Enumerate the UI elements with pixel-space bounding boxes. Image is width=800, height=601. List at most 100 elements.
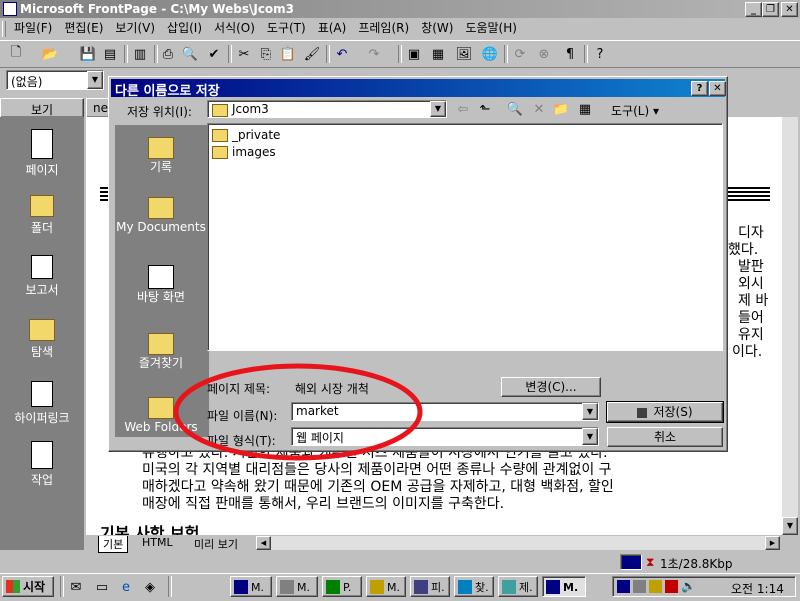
preview-icon[interactable]: 🔍 — [180, 44, 200, 64]
status-bar: ⧗ 1초/28.8Kbp — [0, 552, 800, 572]
paste-icon[interactable]: 📋 — [278, 44, 298, 64]
view-page[interactable]: 페이지 — [0, 129, 84, 178]
tray-icon[interactable] — [665, 580, 678, 593]
back-icon[interactable]: ⇦ — [453, 99, 473, 119]
chevron-down-icon[interactable]: ▼ — [582, 403, 598, 420]
place-history[interactable]: 기록 — [115, 137, 207, 174]
taskbar-task[interactable]: 찾. — [454, 576, 494, 597]
list-item[interactable]: images — [212, 145, 276, 159]
copy-icon[interactable]: ⎘ — [256, 44, 276, 64]
chevron-down-icon[interactable]: ▼ — [87, 71, 103, 89]
windows-logo-icon — [6, 580, 20, 593]
undo-icon[interactable]: ↶ — [332, 44, 352, 64]
stop-icon[interactable]: ⊗ — [534, 44, 554, 64]
view-hyperlinks[interactable]: 하이퍼링크 — [0, 381, 84, 426]
menu-window[interactable]: 창(W) — [415, 19, 459, 37]
new-page-icon[interactable]: 🗋 — [6, 44, 26, 64]
insert-picture-icon[interactable]: 🖼 — [454, 44, 474, 64]
cut-icon[interactable]: ✂ — [234, 44, 254, 64]
vertical-scrollbar[interactable]: ▼ — [782, 117, 798, 535]
list-item[interactable]: _private — [212, 128, 280, 142]
insert-table-icon[interactable]: ▦ — [428, 44, 448, 64]
save-icon[interactable]: 💾 — [78, 44, 98, 64]
spelling-icon[interactable]: ✔ — [204, 44, 224, 64]
scroll-right-button[interactable]: ▶ — [765, 536, 780, 550]
quicklaunch-desktop-icon[interactable]: ▭ — [92, 577, 112, 597]
close-button[interactable]: ✕ — [781, 2, 798, 17]
quicklaunch-outlook-icon[interactable]: ✉ — [66, 577, 86, 597]
taskbar-task[interactable]: P. — [322, 576, 362, 597]
taskbar-task-active[interactable]: M. — [542, 576, 586, 597]
taskbar-task[interactable]: 제. — [498, 576, 538, 597]
tab-html[interactable]: HTML — [138, 536, 177, 549]
taskbar-task[interactable]: M. — [366, 576, 406, 597]
menu-insert[interactable]: 삽입(I) — [161, 19, 208, 37]
start-button[interactable]: 시작 — [2, 576, 54, 597]
my-documents-icon — [148, 197, 174, 219]
taskbar-task[interactable]: M. — [230, 576, 272, 597]
place-my-documents[interactable]: My Documents — [115, 197, 207, 234]
scroll-left-button[interactable]: ◀ — [256, 536, 271, 550]
quicklaunch-ie-icon[interactable]: e — [116, 577, 136, 597]
redo-icon[interactable]: ↷ — [364, 44, 384, 64]
menu-format[interactable]: 서식(O) — [208, 19, 261, 37]
search-web-icon[interactable]: 🔍 — [505, 99, 525, 119]
cancel-button[interactable]: 취소 — [607, 427, 723, 447]
view-tasks[interactable]: 작업 — [0, 441, 84, 488]
menu-frames[interactable]: 프레임(R) — [352, 19, 415, 37]
chevron-down-icon[interactable]: ▼ — [430, 101, 446, 117]
quicklaunch-channels-icon[interactable]: ◈ — [140, 577, 160, 597]
refresh-icon[interactable]: ⟳ — [510, 44, 530, 64]
style-select[interactable]: (없음) ▼ — [6, 70, 104, 90]
volume-icon[interactable]: 🔊 — [681, 579, 696, 593]
tray-icon[interactable] — [617, 580, 630, 593]
taskbar-task[interactable]: 피. — [410, 576, 450, 597]
menu-file[interactable]: 파일(F) — [8, 19, 58, 37]
menu-help[interactable]: 도움말(H) — [459, 19, 523, 37]
dialog-close-button[interactable]: ✕ — [709, 81, 726, 96]
taskbar-task[interactable]: M. — [276, 576, 318, 597]
scroll-down-button[interactable]: ▼ — [782, 517, 798, 535]
tray-icon[interactable] — [633, 580, 646, 593]
up-folder-icon[interactable]: ⬑ — [475, 99, 495, 119]
navigation-view-icon — [29, 319, 55, 341]
body-line: 매장에 직접 판매를 통해서, 우리 브랜드의 이미지를 구축한다. — [142, 496, 505, 512]
tab-preview[interactable]: 미리 보기 — [190, 536, 242, 552]
cancel-button-label: 취소 — [653, 430, 677, 444]
folder-list-icon[interactable]: ▥ — [130, 44, 150, 64]
hyperlink-icon[interactable]: 🌐 — [480, 44, 500, 64]
place-desktop[interactable]: 바탕 화면 — [115, 265, 207, 304]
views-header-label: 보기 — [31, 103, 54, 117]
menu-edit[interactable]: 편집(E) — [58, 19, 109, 37]
minimize-button[interactable]: _ — [745, 2, 762, 17]
horizontal-scrollbar[interactable]: ◀ ▶ — [256, 536, 780, 550]
menu-table[interactable]: 표(A) — [312, 19, 353, 37]
menu-tools[interactable]: 도구(T) — [261, 19, 312, 37]
format-painter-icon[interactable]: 🖌 — [302, 44, 322, 64]
restore-button[interactable]: ❐ — [762, 2, 779, 17]
delete-icon[interactable]: ✕ — [529, 99, 549, 119]
view-navigation[interactable]: 탐색 — [0, 319, 84, 360]
change-title-button[interactable]: 변경(C)... — [501, 377, 601, 397]
chevron-down-icon[interactable]: ▼ — [582, 428, 598, 445]
menu-view[interactable]: 보기(V) — [109, 19, 161, 37]
views-menu-icon[interactable]: ▦ — [575, 99, 595, 119]
dialog-help-button[interactable]: ? — [691, 81, 708, 96]
tools-menu[interactable]: 도구(L) ▾ — [611, 102, 659, 119]
open-icon[interactable]: 📂 — [40, 44, 60, 64]
save-in-select[interactable]: Jcom3 ▼ — [207, 100, 447, 118]
file-list[interactable]: _private images — [207, 123, 723, 351]
help-icon[interactable]: ? — [590, 44, 610, 64]
app-title: Microsoft FrontPage - C:\My Webs\Jcom3 — [20, 2, 295, 16]
new-folder-icon[interactable]: 📁 — [551, 99, 571, 119]
desktop-icon — [148, 265, 174, 289]
insert-component-icon[interactable]: ▣ — [404, 44, 424, 64]
publish-icon[interactable]: ▤ — [100, 44, 120, 64]
view-reports[interactable]: 보고서 — [0, 255, 84, 298]
tray-icon[interactable] — [649, 580, 662, 593]
save-button[interactable]: 저장(S) — [606, 401, 724, 423]
print-icon[interactable]: ⎙ — [158, 44, 178, 64]
show-all-icon[interactable]: ¶ — [560, 44, 580, 64]
view-folders[interactable]: 폴더 — [0, 195, 84, 236]
tab-normal[interactable]: 기본 — [98, 536, 129, 553]
